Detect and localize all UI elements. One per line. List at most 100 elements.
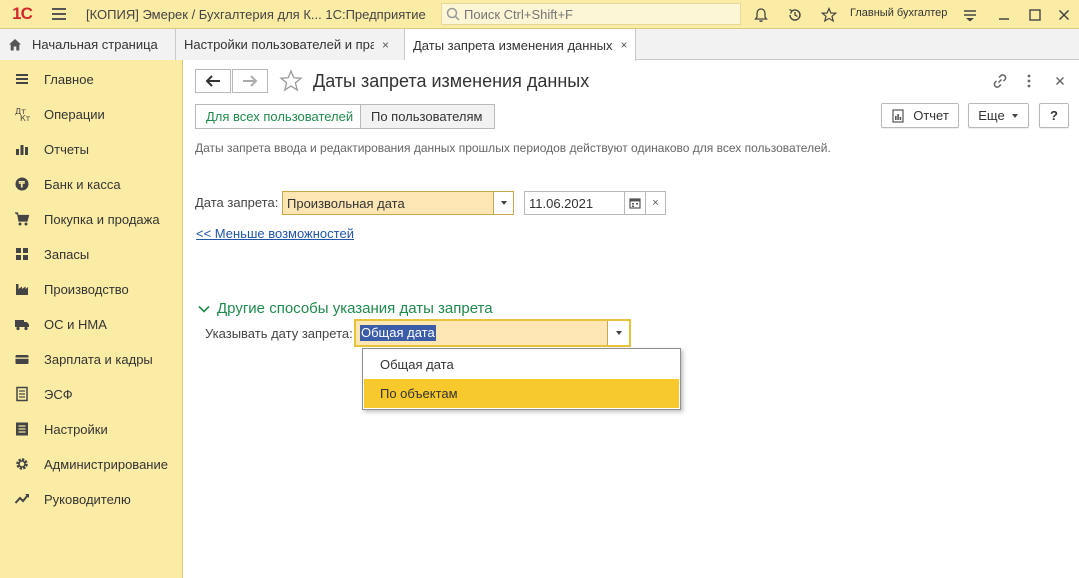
sidebar-item-label: Покупка и продажа xyxy=(44,211,160,227)
back-button[interactable] xyxy=(195,69,231,93)
operations-icon: Дт Кт xyxy=(13,105,31,123)
sidebar-item-administration[interactable]: Администрирование xyxy=(0,450,183,478)
trend-icon xyxy=(13,490,31,508)
bell-icon[interactable] xyxy=(750,4,772,26)
sidebar-item-esf[interactable]: ЭСФ xyxy=(0,380,183,408)
sidebar-item-label: ОС и НМА xyxy=(44,316,107,332)
menu-lines-icon xyxy=(13,70,31,88)
clear-date-icon[interactable]: × xyxy=(645,192,665,214)
settings-list-icon xyxy=(13,420,31,438)
link-icon[interactable] xyxy=(990,71,1010,91)
sidebar-item-operations[interactable]: Дт Кт Операции xyxy=(0,100,183,128)
date-value: 11.06.2021 xyxy=(529,195,594,211)
main-menu-icon[interactable] xyxy=(44,0,74,29)
sidebar-item-label: Зарплата и кадры xyxy=(44,351,153,367)
forward-button[interactable] xyxy=(232,69,268,93)
sidebar-item-manager[interactable]: Руководителю xyxy=(0,485,183,513)
report-icon xyxy=(892,108,904,123)
method-label: Указывать дату запрета: xyxy=(205,326,353,341)
sidebar-item-label: Запасы xyxy=(44,246,90,262)
date-mode-value: Произвольная дата xyxy=(287,195,405,211)
more-vertical-icon[interactable] xyxy=(1019,71,1039,91)
sidebar-item-reports[interactable]: Отчеты xyxy=(0,135,183,163)
sidebar-item-label: Главное xyxy=(44,71,94,87)
search-input[interactable] xyxy=(464,6,734,22)
app-logo: 1С xyxy=(12,4,33,23)
cart-icon xyxy=(13,210,31,228)
close-window-icon[interactable] xyxy=(1053,4,1075,26)
coin-icon: ₸ xyxy=(13,175,31,193)
gear-icon xyxy=(13,455,31,473)
info-text: Даты запрета ввода и редактирования данн… xyxy=(195,141,831,155)
sidebar-item-settings[interactable]: Настройки xyxy=(0,415,183,443)
tab-home[interactable]: Начальная страница xyxy=(0,29,176,60)
sidebar-item-label: Производство xyxy=(44,281,129,297)
form-area: Даты запрета изменения данных Для всех п… xyxy=(184,61,1079,578)
chevron-down-icon[interactable] xyxy=(607,321,629,345)
more-button[interactable]: Еще xyxy=(968,103,1029,128)
sidebar-item-label: Отчеты xyxy=(44,141,89,157)
help-button[interactable]: ? xyxy=(1039,103,1069,128)
settings-menu-icon[interactable] xyxy=(959,4,981,26)
sidebar-item-fixed-assets[interactable]: ОС и НМА xyxy=(0,310,183,338)
sidebar-item-salary[interactable]: Зарплата и кадры xyxy=(0,345,183,373)
history-icon[interactable] xyxy=(784,4,806,26)
other-methods-group-header[interactable]: Другие способы указания даты запрета xyxy=(198,300,493,317)
group-title: Другие способы указания даты запрета xyxy=(217,300,493,317)
home-icon xyxy=(9,38,21,50)
tab-bar: Начальная страница Настройки пользовател… xyxy=(0,29,1079,61)
chevron-down-icon xyxy=(1011,113,1018,118)
factory-icon xyxy=(13,280,31,298)
tab-close-icon[interactable]: × xyxy=(382,38,389,52)
favorites-star-icon[interactable] xyxy=(818,4,840,26)
tab-restriction-dates[interactable]: Даты запрета изменения данных × xyxy=(405,29,636,61)
wallet-icon xyxy=(13,350,31,368)
truck-icon xyxy=(13,315,31,333)
date-input[interactable]: 11.06.2021 × xyxy=(524,191,666,215)
tab-close-icon[interactable]: × xyxy=(620,38,627,52)
calendar-icon[interactable] xyxy=(624,192,645,214)
chevron-down-icon[interactable] xyxy=(493,192,513,214)
top-bar: 1С [КОПИЯ] Эмерек / Бухгалтерия для К...… xyxy=(0,0,1079,29)
search-box[interactable] xyxy=(441,3,741,25)
arrow-right-icon xyxy=(243,75,258,87)
sidebar-item-production[interactable]: Производство xyxy=(0,275,183,303)
date-restriction-label: Дата запрета: xyxy=(195,195,279,210)
sidebar-item-bank[interactable]: ₸ Банк и касса xyxy=(0,170,183,198)
method-value: Общая дата xyxy=(360,325,436,341)
sidebar-item-purchase-sale[interactable]: Покупка и продажа xyxy=(0,205,183,233)
sidebar-item-label: Настройки xyxy=(44,421,108,437)
dropdown-option-by-objects[interactable]: По объектам xyxy=(364,379,679,408)
app-title: [КОПИЯ] Эмерек / Бухгалтерия для К... 1С… xyxy=(86,6,426,22)
tab-restriction-dates-label: Даты запрета изменения данных xyxy=(413,37,613,53)
bar-chart-icon xyxy=(13,140,31,158)
method-dropdown-list: Общая дата По объектам xyxy=(362,348,681,410)
sidebar-item-label: ЭСФ xyxy=(44,386,73,402)
favorite-star-icon[interactable] xyxy=(279,69,303,93)
method-select[interactable]: Общая дата xyxy=(354,319,631,347)
tab-user-settings[interactable]: Настройки пользователей и прав × xyxy=(176,29,405,60)
report-button[interactable]: Отчет xyxy=(881,103,959,128)
minimize-icon[interactable] xyxy=(993,4,1015,26)
arrow-left-icon xyxy=(205,75,220,87)
less-options-link[interactable]: << Меньше возможностей xyxy=(196,226,354,241)
sidebar-item-label: Банк и касса xyxy=(44,176,121,192)
tab-home-label: Начальная страница xyxy=(32,37,158,52)
sidebar-item-main[interactable]: Главное xyxy=(0,65,183,93)
warehouse-grid-icon xyxy=(13,245,31,263)
date-mode-select[interactable]: Произвольная дата xyxy=(282,191,514,215)
search-icon xyxy=(446,7,460,21)
sidebar-item-stock[interactable]: Запасы xyxy=(0,240,183,268)
page-title: Даты запрета изменения данных xyxy=(313,71,590,91)
close-form-icon[interactable] xyxy=(1050,71,1070,91)
current-user[interactable]: Главный бухгалтер xyxy=(850,7,947,19)
maximize-icon[interactable] xyxy=(1024,4,1046,26)
sidebar-item-label: Операции xyxy=(44,106,105,122)
svg-text:₸: ₸ xyxy=(19,181,26,191)
segment-all-users[interactable]: Для всех пользователей xyxy=(195,104,361,129)
segment-by-users[interactable]: По пользователям xyxy=(361,104,495,129)
sidebar: Главное Дт Кт Операции Отчеты ₸ Банк и ка… xyxy=(0,60,183,578)
sidebar-item-label: Администрирование xyxy=(44,456,168,472)
dropdown-option-general-date[interactable]: Общая дата xyxy=(364,350,679,379)
svg-text:Кт: Кт xyxy=(20,114,30,122)
